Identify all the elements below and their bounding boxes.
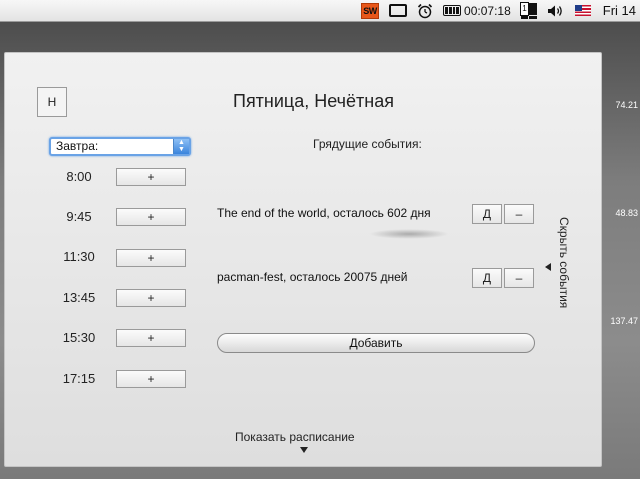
battery-time: 00:07:18	[464, 3, 511, 18]
hide-events-arrow-icon[interactable]	[545, 263, 551, 271]
spaces-menu-extra[interactable]: 1	[519, 0, 537, 22]
schedule-time-2: 9:45	[66, 209, 92, 224]
week-parity-button[interactable]: Н	[37, 87, 67, 117]
add-event-button[interactable]: Добавить	[217, 333, 535, 353]
events-heading: Грядущие события:	[313, 137, 422, 151]
event-delete-button-2[interactable]: –	[504, 268, 534, 288]
show-schedule-arrow-icon[interactable]	[300, 447, 308, 453]
event-edit-button-2[interactable]: Д	[472, 268, 502, 288]
desktop-number-2: 48.83	[615, 208, 638, 218]
volume-menu-extra[interactable]	[547, 0, 565, 22]
schedule-time-1: 8:00	[66, 169, 92, 184]
schedule-time-4: 13:45	[62, 290, 96, 305]
desktop-number-1: 74.21	[615, 100, 638, 110]
battery-icon	[443, 5, 462, 16]
event-text-1: The end of the world, осталось 602 дня	[217, 206, 431, 220]
volume-icon	[547, 5, 562, 16]
day-select[interactable]: Завтра: ▲ ▼	[49, 137, 191, 156]
menu-clock[interactable]: Fri 14	[603, 0, 636, 22]
event-text-2: pacman-fest, осталось 20075 дней	[217, 270, 408, 284]
event-delete-button-1[interactable]: –	[504, 204, 534, 224]
event-edit-button-1[interactable]: Д	[472, 204, 502, 224]
page-title: Пятница, Нечётная	[233, 91, 394, 111]
schedule-add-button-1[interactable]: +	[116, 168, 186, 186]
display-menu-extra[interactable]	[389, 0, 408, 22]
schedule-add-button-5[interactable]: +	[116, 329, 186, 347]
show-schedule-toggle[interactable]: Показать расписание	[235, 430, 355, 444]
us-flag-icon	[574, 5, 591, 16]
screen-smudge	[369, 229, 449, 239]
schedule-add-button-3[interactable]: +	[116, 249, 186, 267]
schedule-time-5: 15:30	[62, 330, 96, 345]
alarm-clock-icon	[417, 3, 433, 18]
spaces-number: 1	[519, 1, 530, 16]
schedule-time-3: 11:30	[63, 249, 95, 264]
sw-icon: SW	[361, 2, 380, 19]
menu-bar: SW 00:07:18 1 Fri 14	[0, 0, 640, 22]
hide-events-toggle[interactable]: Скрыть события	[557, 217, 571, 308]
schedule-widget: Н Пятница, Нечётная Завтра: ▲ ▼ 8:00 + 9:…	[4, 52, 602, 467]
alarm-clock-menu-extra[interactable]	[417, 0, 433, 22]
select-arrows-icon: ▲ ▼	[173, 139, 189, 154]
sw-menu-extra[interactable]: SW	[361, 0, 380, 22]
display-icon	[389, 4, 408, 17]
desktop-number-3: 137.47	[610, 316, 638, 326]
battery-menu-extra[interactable]: 00:07:18	[443, 0, 511, 22]
day-select-value: Завтра:	[56, 139, 99, 153]
schedule-add-button-6[interactable]: +	[116, 370, 186, 388]
schedule-time-6: 17:15	[62, 371, 96, 386]
schedule-add-button-2[interactable]: +	[116, 208, 186, 226]
schedule-add-button-4[interactable]: +	[116, 289, 186, 307]
input-source-menu-extra[interactable]	[574, 0, 591, 22]
spaces-icon: 1	[519, 1, 537, 19]
